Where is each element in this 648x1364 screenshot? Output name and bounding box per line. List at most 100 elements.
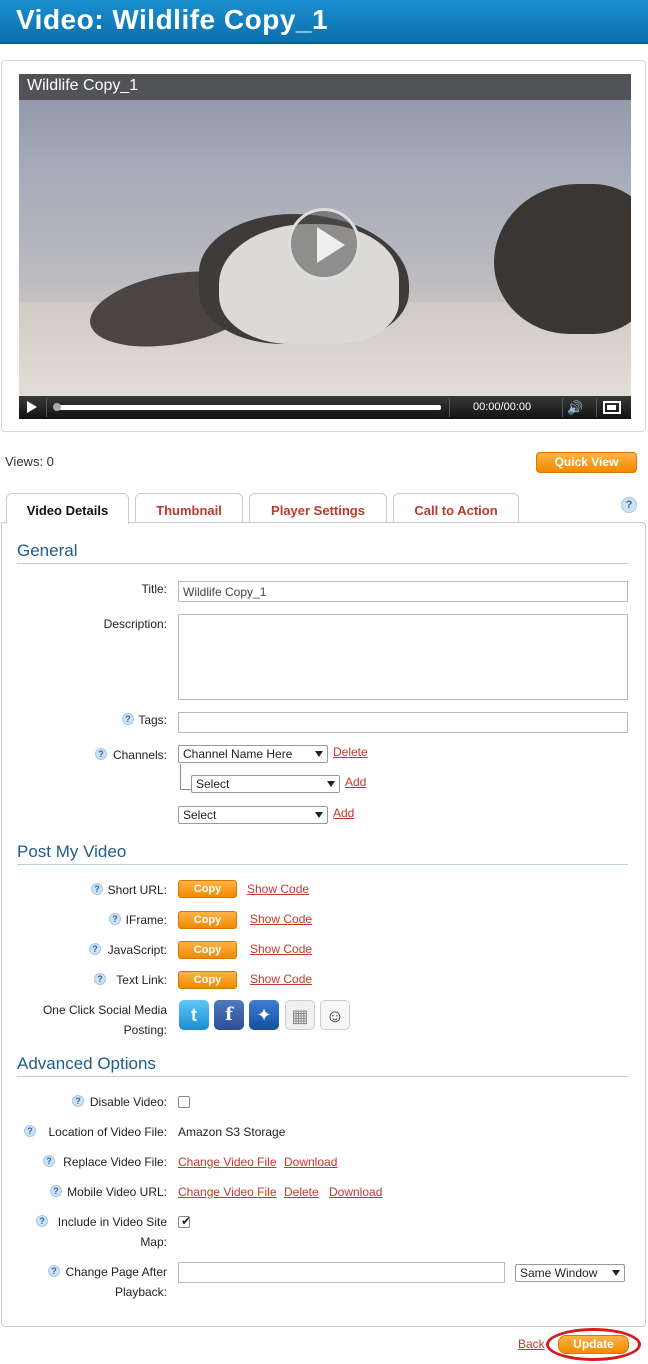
window-select-value: Same Window (520, 1266, 598, 1280)
channel-select[interactable]: Channel Name Here (178, 745, 328, 763)
reddit-icon[interactable]: ☺ (320, 1000, 350, 1030)
social-posting-label-line1: One Click Social Media (42, 1003, 167, 1017)
social-posting-label-line2: Posting: (123, 1023, 167, 1037)
help-icon[interactable]: ? (95, 748, 107, 760)
help-icon[interactable]: ? (43, 1155, 55, 1167)
video-overlay-title: Wildlife Copy_1 (27, 77, 139, 94)
help-icon[interactable]: ? (36, 1215, 48, 1227)
short-url-copy-button[interactable]: Copy (178, 880, 237, 898)
check-icon: ✔ (181, 1214, 192, 1228)
mobile-delete-link[interactable]: Delete (284, 1185, 319, 1199)
help-icon[interactable]: ? (89, 943, 101, 955)
title-input[interactable]: Wildlife Copy_1 (178, 581, 628, 602)
subchannel-add-link[interactable]: Add (345, 775, 366, 789)
text-link-label: Text Link: (116, 973, 167, 987)
back-link[interactable]: Back (518, 1337, 545, 1351)
chevron-down-icon (327, 781, 335, 787)
title-label: Title: (141, 582, 167, 596)
change-page-label-line2: Playback: (114, 1285, 167, 1299)
window-select[interactable]: Same Window (515, 1264, 625, 1282)
javascript-show-code-link[interactable]: Show Code (250, 942, 312, 956)
change-page-label-line1: Change Page After (65, 1265, 167, 1279)
progress-bar[interactable] (53, 403, 441, 411)
facebook-icon[interactable]: f (214, 1000, 244, 1030)
replace-download-link[interactable]: Download (284, 1155, 337, 1169)
player-controls: 00:00/00:00 🔊 (19, 396, 631, 419)
location-label: Location of Video File: (48, 1125, 167, 1139)
disable-video-checkbox[interactable] (178, 1096, 190, 1108)
disable-video-label: Disable Video: (89, 1095, 167, 1109)
divider (17, 563, 628, 564)
volume-icon[interactable]: 🔊 (567, 400, 583, 416)
chevron-down-icon (612, 1270, 620, 1276)
post-my-video-heading: Post My Video (17, 842, 127, 861)
sitemap-checkbox[interactable]: ✔ (178, 1214, 192, 1228)
replace-video-label: Replace Video File: (63, 1155, 167, 1169)
iframe-show-code-link[interactable]: Show Code (250, 912, 312, 926)
page-title: Video: Wildlife Copy_1 (16, 4, 329, 35)
tab-call-to-action[interactable]: Call to Action (393, 493, 519, 523)
quick-view-button[interactable]: Quick View (536, 452, 637, 473)
tab-video-details[interactable]: Video Details (6, 493, 129, 524)
help-icon[interactable]: ? (91, 883, 103, 895)
mobile-download-link[interactable]: Download (329, 1185, 382, 1199)
channel-select-2-value: Select (183, 808, 217, 822)
channel-select-2[interactable]: Select (178, 806, 328, 824)
update-button[interactable]: Update (558, 1335, 629, 1354)
subchannel-select[interactable]: Select (191, 775, 340, 793)
chevron-down-icon (315, 751, 323, 757)
tags-input[interactable] (178, 712, 628, 733)
channel-tree-connector (180, 764, 191, 790)
help-icon[interactable]: ? (94, 973, 106, 985)
channel-select-value: Channel Name Here (183, 747, 293, 761)
sitemap-label-line1: Include in Video Site (57, 1215, 167, 1229)
divider (17, 1076, 628, 1077)
digg-icon[interactable]: ▦ (285, 1000, 315, 1030)
description-textarea[interactable] (178, 614, 628, 700)
big-play-icon[interactable] (288, 208, 360, 280)
change-page-url-input[interactable] (178, 1262, 505, 1283)
help-icon[interactable]: ? (109, 913, 121, 925)
short-url-label: Short URL: (107, 883, 167, 897)
short-url-show-code-link[interactable]: Show Code (247, 882, 309, 896)
subchannel-select-value: Select (196, 777, 230, 791)
advanced-options-heading: Advanced Options (17, 1054, 156, 1073)
sitemap-label-line2: Map: (140, 1235, 167, 1249)
general-heading: General (17, 541, 78, 560)
help-icon[interactable]: ? (24, 1125, 36, 1137)
progress-handle[interactable] (53, 403, 61, 411)
twitter-icon[interactable]: t (179, 1000, 209, 1030)
iframe-label: IFrame: (125, 913, 167, 927)
description-label: Description: (103, 617, 167, 631)
text-link-copy-button[interactable]: Copy (178, 971, 237, 989)
replace-change-video-link[interactable]: Change Video File (178, 1155, 277, 1169)
location-value: Amazon S3 Storage (178, 1125, 286, 1139)
video-title-overlay: Wildlife Copy_1 (19, 74, 631, 100)
iframe-copy-button[interactable]: Copy (178, 911, 237, 929)
video-player[interactable]: Wildlife Copy_1 00:00/00:00 🔊 (19, 74, 631, 419)
tab-player-settings[interactable]: Player Settings (249, 493, 387, 523)
javascript-copy-button[interactable]: Copy (178, 941, 237, 959)
help-icon[interactable]: ? (50, 1185, 62, 1197)
time-display: 00:00/00:00 (473, 401, 532, 413)
javascript-label: JavaScript: (107, 943, 167, 957)
divider (17, 864, 628, 865)
fullscreen-icon[interactable] (603, 401, 621, 414)
channels-label: Channels: (112, 748, 167, 762)
myspace-icon[interactable]: ✦ (249, 1000, 279, 1030)
page-header: Video: Wildlife Copy_1 (0, 0, 648, 44)
help-icon[interactable]: ? (122, 713, 134, 725)
tab-thumbnail[interactable]: Thumbnail (135, 493, 243, 523)
channel-delete-link[interactable]: Delete (333, 745, 368, 759)
channel-add-link[interactable]: Add (333, 806, 354, 820)
help-icon[interactable]: ? (48, 1265, 60, 1277)
text-link-show-code-link[interactable]: Show Code (250, 972, 312, 986)
views-count: Views: 0 (5, 454, 54, 469)
chevron-down-icon (315, 812, 323, 818)
help-icon[interactable]: ? (72, 1095, 84, 1107)
mobile-change-video-link[interactable]: Change Video File (178, 1185, 277, 1199)
video-player-container: Wildlife Copy_1 00:00/00:00 🔊 (1, 60, 646, 432)
tags-label: Tags: (138, 713, 167, 727)
help-icon[interactable]: ? (621, 497, 637, 513)
play-icon[interactable] (27, 401, 37, 413)
